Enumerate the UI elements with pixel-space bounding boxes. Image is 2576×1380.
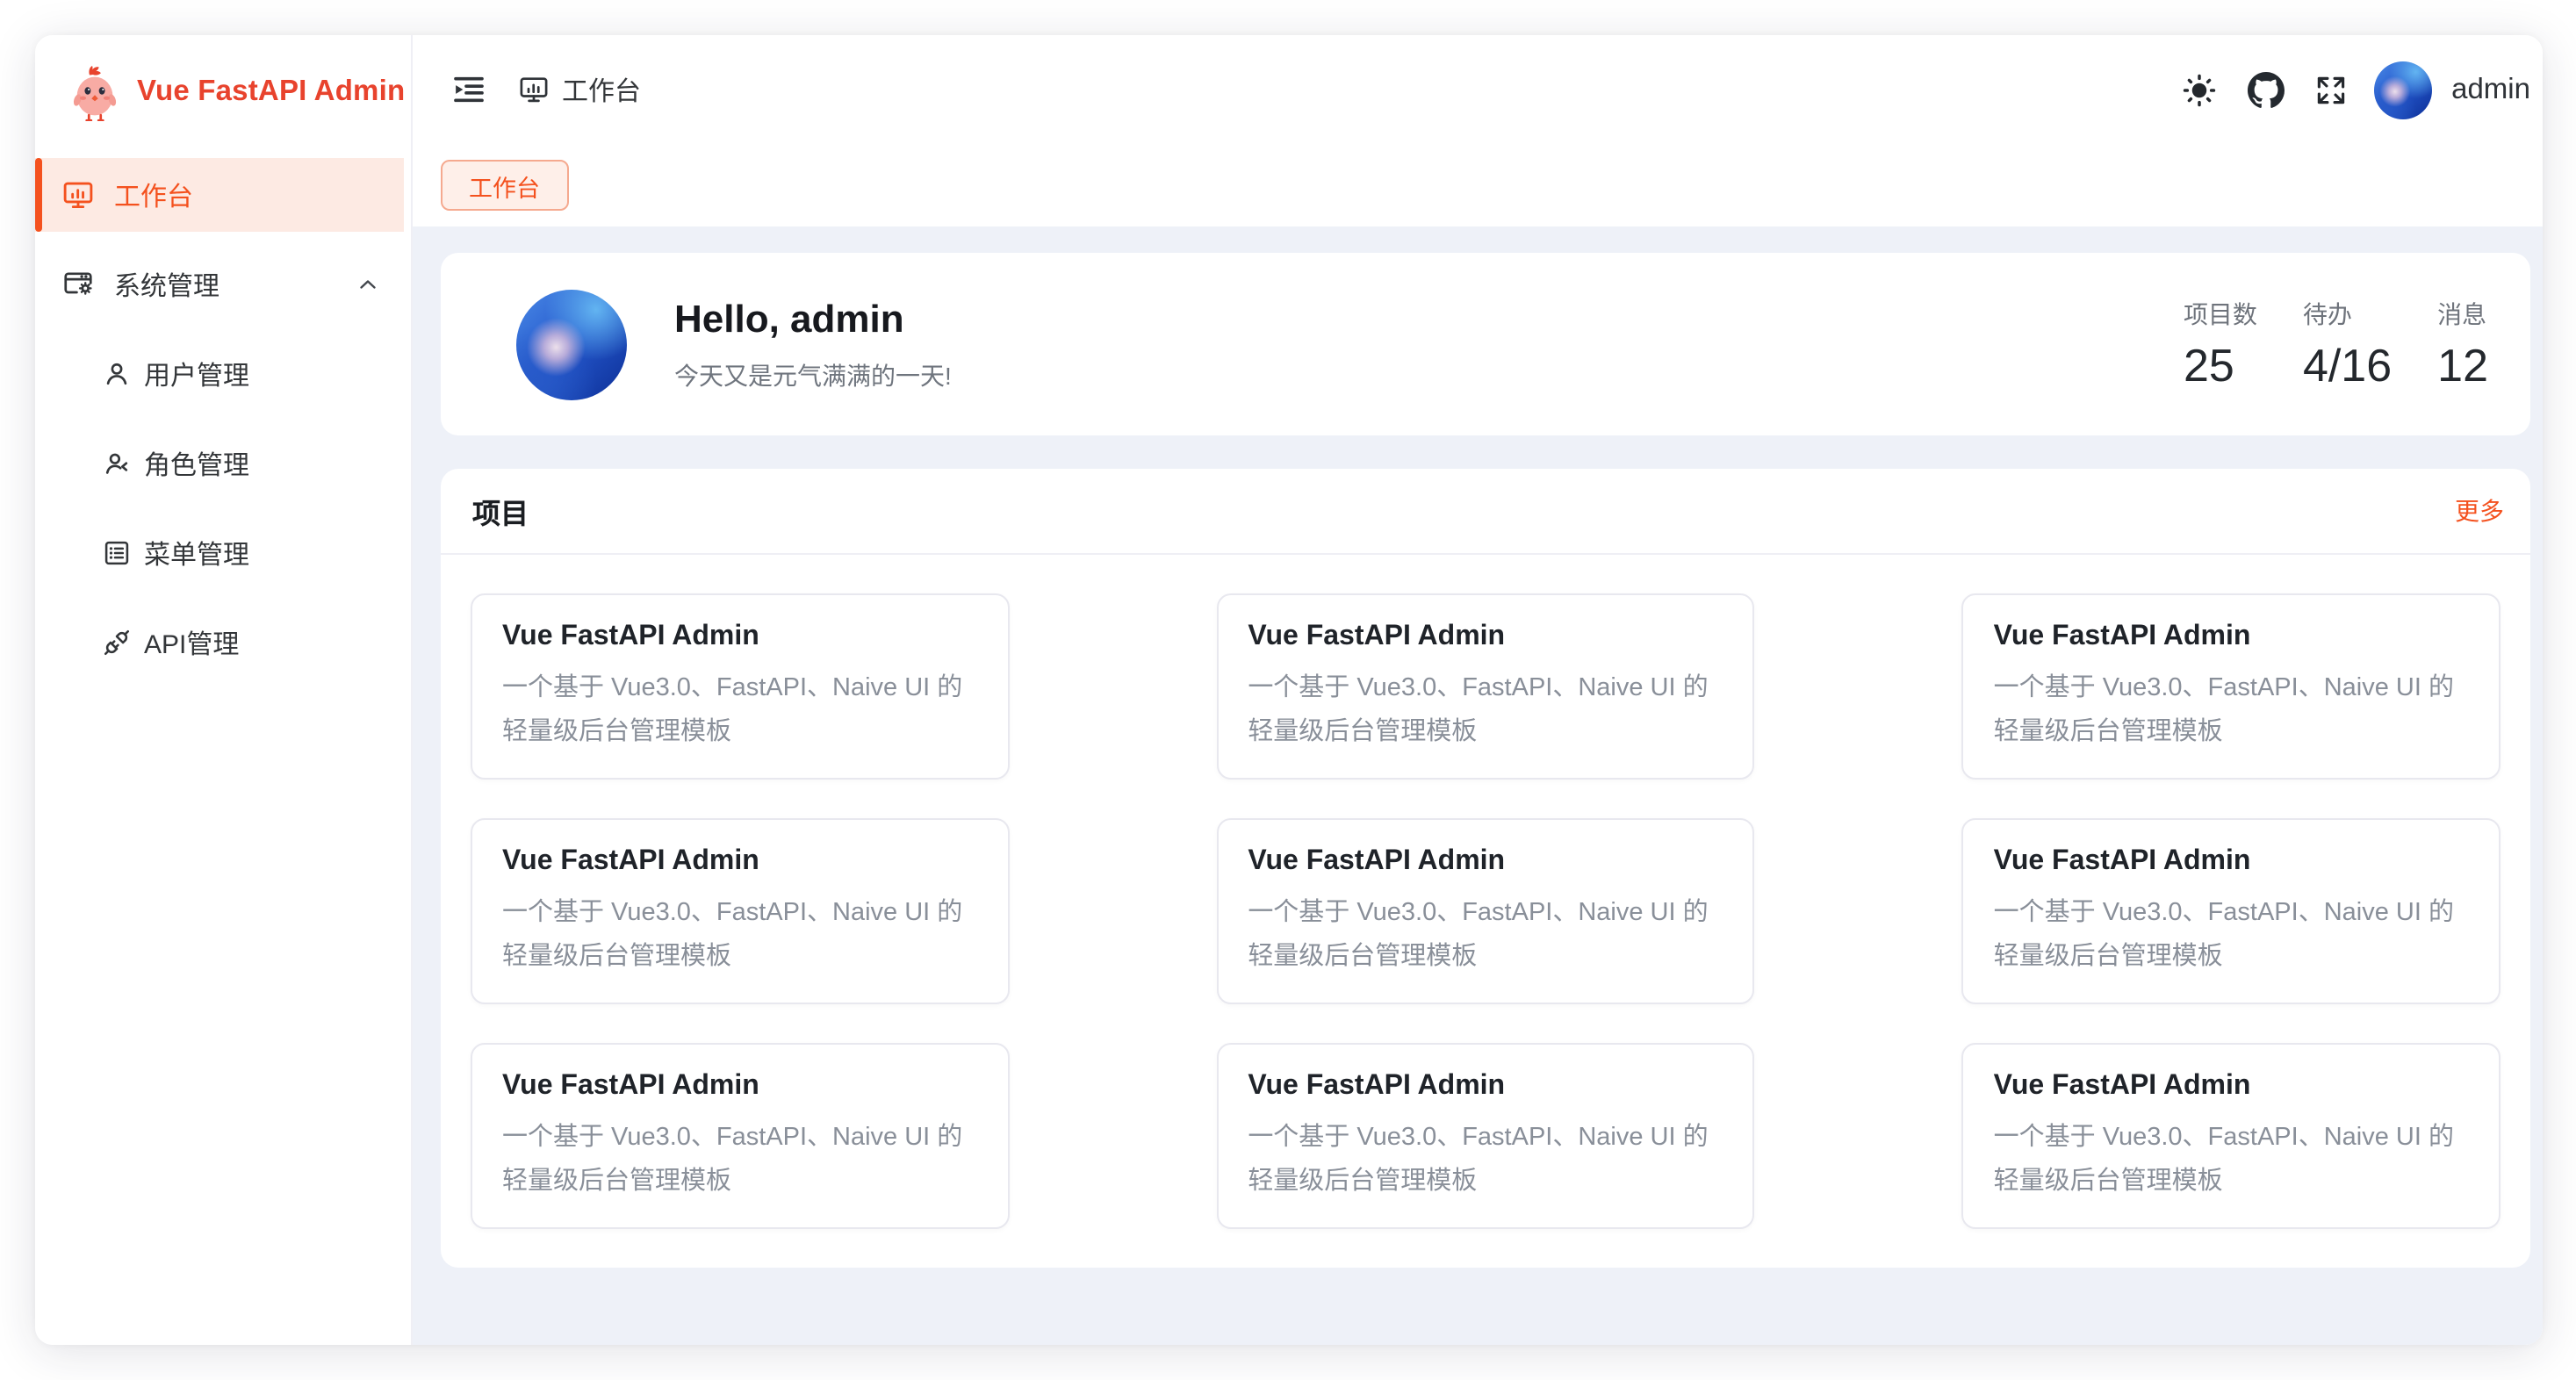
stats: 项目数 25 待办 4/16 消息 12: [2184, 296, 2488, 392]
chick-logo-icon: [68, 62, 121, 120]
project-card[interactable]: Vue FastAPI Admin 一个基于 Vue3.0、FastAPI、Na…: [471, 1043, 1009, 1229]
project-card[interactable]: Vue FastAPI Admin 一个基于 Vue3.0、FastAPI、Na…: [1216, 1043, 1754, 1229]
project-card-title: Vue FastAPI Admin: [1248, 846, 1723, 878]
sidebar-item-roles[interactable]: 角色管理: [35, 427, 404, 500]
stat-value: 12: [2437, 338, 2488, 392]
projects-grid: Vue FastAPI Admin 一个基于 Vue3.0、FastAPI、Na…: [441, 555, 2530, 1268]
sidebar: Vue FastAPI Admin 工作台: [35, 35, 413, 1345]
stat-label: 项目数: [2184, 296, 2257, 331]
sidebar-item-users[interactable]: 用户管理: [35, 337, 404, 411]
greeting-card: Hello, admin 今天又是元气满满的一天! 项目数 25 待办 4/16: [441, 253, 2530, 435]
stat-messages: 消息 12: [2437, 296, 2488, 392]
page: Vue FastAPI Admin 工作台: [0, 0, 2576, 1380]
projects-title: 项目: [472, 490, 529, 532]
sidebar-item-api[interactable]: API管理: [35, 606, 404, 679]
project-card-desc: 一个基于 Vue3.0、FastAPI、Naive UI 的轻量级后台管理模板: [502, 892, 977, 979]
sidebar-menu: 工作台 系统管理: [35, 158, 411, 679]
chevron-up-icon: [355, 271, 381, 298]
breadcrumb-label: 工作台: [562, 71, 641, 108]
project-card[interactable]: Vue FastAPI Admin 一个基于 Vue3.0、FastAPI、Na…: [1962, 1043, 2500, 1229]
username[interactable]: admin: [2451, 73, 2530, 106]
theme-toggle-sun-icon[interactable]: [2181, 71, 2218, 108]
menu-list-icon: [102, 538, 132, 568]
project-card-desc: 一个基于 Vue3.0、FastAPI、Naive UI 的轻量级后台管理模板: [1994, 667, 2469, 754]
sidebar-item-label: API管理: [144, 624, 239, 661]
projects-more-link[interactable]: 更多: [2455, 493, 2504, 528]
tag-bar: 工作台: [413, 144, 2543, 226]
api-icon: [102, 628, 132, 658]
sidebar-item-label: 用户管理: [144, 356, 249, 392]
github-icon[interactable]: [2248, 71, 2285, 108]
project-card[interactable]: Vue FastAPI Admin 一个基于 Vue3.0、FastAPI、Na…: [1962, 818, 2500, 1004]
project-card-desc: 一个基于 Vue3.0、FastAPI、Naive UI 的轻量级后台管理模板: [1248, 892, 1723, 979]
stat-projects: 项目数 25: [2184, 296, 2257, 392]
system-settings-icon: [61, 268, 95, 301]
logo[interactable]: Vue FastAPI Admin: [35, 35, 411, 147]
top-header: 工作台: [413, 35, 2543, 144]
greeting-title: Hello, admin: [674, 296, 952, 341]
project-card-title: Vue FastAPI Admin: [502, 846, 977, 878]
project-card-desc: 一个基于 Vue3.0、FastAPI、Naive UI 的轻量级后台管理模板: [1994, 892, 2469, 979]
main-area: 工作台: [413, 35, 2543, 1345]
user-avatar[interactable]: [2374, 61, 2432, 119]
project-card-title: Vue FastAPI Admin: [1994, 1071, 2469, 1103]
sidebar-item-label: 角色管理: [144, 445, 249, 482]
app-title: Vue FastAPI Admin: [137, 75, 405, 108]
project-card-desc: 一个基于 Vue3.0、FastAPI、Naive UI 的轻量级后台管理模板: [1248, 667, 1723, 754]
workbench-icon: [61, 178, 95, 212]
stat-value: 4/16: [2303, 338, 2392, 392]
project-card-title: Vue FastAPI Admin: [502, 1071, 977, 1103]
project-card-title: Vue FastAPI Admin: [1994, 622, 2469, 653]
fullscreen-icon[interactable]: [2314, 73, 2348, 106]
project-card-desc: 一个基于 Vue3.0、FastAPI、Naive UI 的轻量级后台管理模板: [502, 667, 977, 754]
header-actions: admin: [2151, 61, 2530, 119]
project-card-title: Vue FastAPI Admin: [1994, 846, 2469, 878]
greeting-text: Hello, admin 今天又是元气满满的一天!: [674, 296, 952, 392]
project-card[interactable]: Vue FastAPI Admin 一个基于 Vue3.0、FastAPI、Na…: [471, 593, 1009, 780]
project-card[interactable]: Vue FastAPI Admin 一个基于 Vue3.0、FastAPI、Na…: [1216, 818, 1754, 1004]
collapse-sidebar-icon[interactable]: [451, 72, 486, 107]
sidebar-item-label: 系统管理: [114, 266, 219, 303]
projects-panel: 项目 更多 Vue FastAPI Admin 一个基于 Vue3.0、Fast…: [441, 469, 2530, 1268]
project-card[interactable]: Vue FastAPI Admin 一个基于 Vue3.0、FastAPI、Na…: [1216, 593, 1754, 780]
greeting-avatar: [516, 289, 627, 399]
project-card-desc: 一个基于 Vue3.0、FastAPI、Naive UI 的轻量级后台管理模板: [1994, 1117, 2469, 1204]
sidebar-item-workbench[interactable]: 工作台: [35, 158, 404, 232]
workbench-icon: [518, 74, 550, 105]
project-card[interactable]: Vue FastAPI Admin 一个基于 Vue3.0、FastAPI、Na…: [471, 818, 1009, 1004]
stat-label: 待办: [2303, 296, 2392, 331]
project-card-title: Vue FastAPI Admin: [1248, 1071, 1723, 1103]
role-icon: [102, 449, 132, 478]
project-card-title: Vue FastAPI Admin: [502, 622, 977, 653]
project-card[interactable]: Vue FastAPI Admin 一个基于 Vue3.0、FastAPI、Na…: [1962, 593, 2500, 780]
sidebar-item-label: 工作台: [114, 176, 193, 213]
sidebar-item-system[interactable]: 系统管理: [35, 248, 404, 321]
app-window: Vue FastAPI Admin 工作台: [35, 35, 2543, 1345]
project-card-desc: 一个基于 Vue3.0、FastAPI、Naive UI 的轻量级后台管理模板: [1248, 1117, 1723, 1204]
stat-value: 25: [2184, 338, 2257, 392]
tag-workbench[interactable]: 工作台: [441, 160, 568, 211]
stat-label: 消息: [2437, 296, 2488, 331]
sidebar-item-label: 菜单管理: [144, 535, 249, 571]
breadcrumb[interactable]: 工作台: [518, 71, 641, 108]
project-card-desc: 一个基于 Vue3.0、FastAPI、Naive UI 的轻量级后台管理模板: [502, 1117, 977, 1204]
greeting-subtitle: 今天又是元气满满的一天!: [674, 357, 952, 392]
project-card-title: Vue FastAPI Admin: [1248, 622, 1723, 653]
content-area: Hello, admin 今天又是元气满满的一天! 项目数 25 待办 4/16: [413, 226, 2543, 1345]
sidebar-item-menus[interactable]: 菜单管理: [35, 516, 404, 590]
projects-header: 项目 更多: [441, 469, 2530, 555]
stat-todos: 待办 4/16: [2303, 296, 2392, 392]
user-icon: [102, 359, 132, 389]
